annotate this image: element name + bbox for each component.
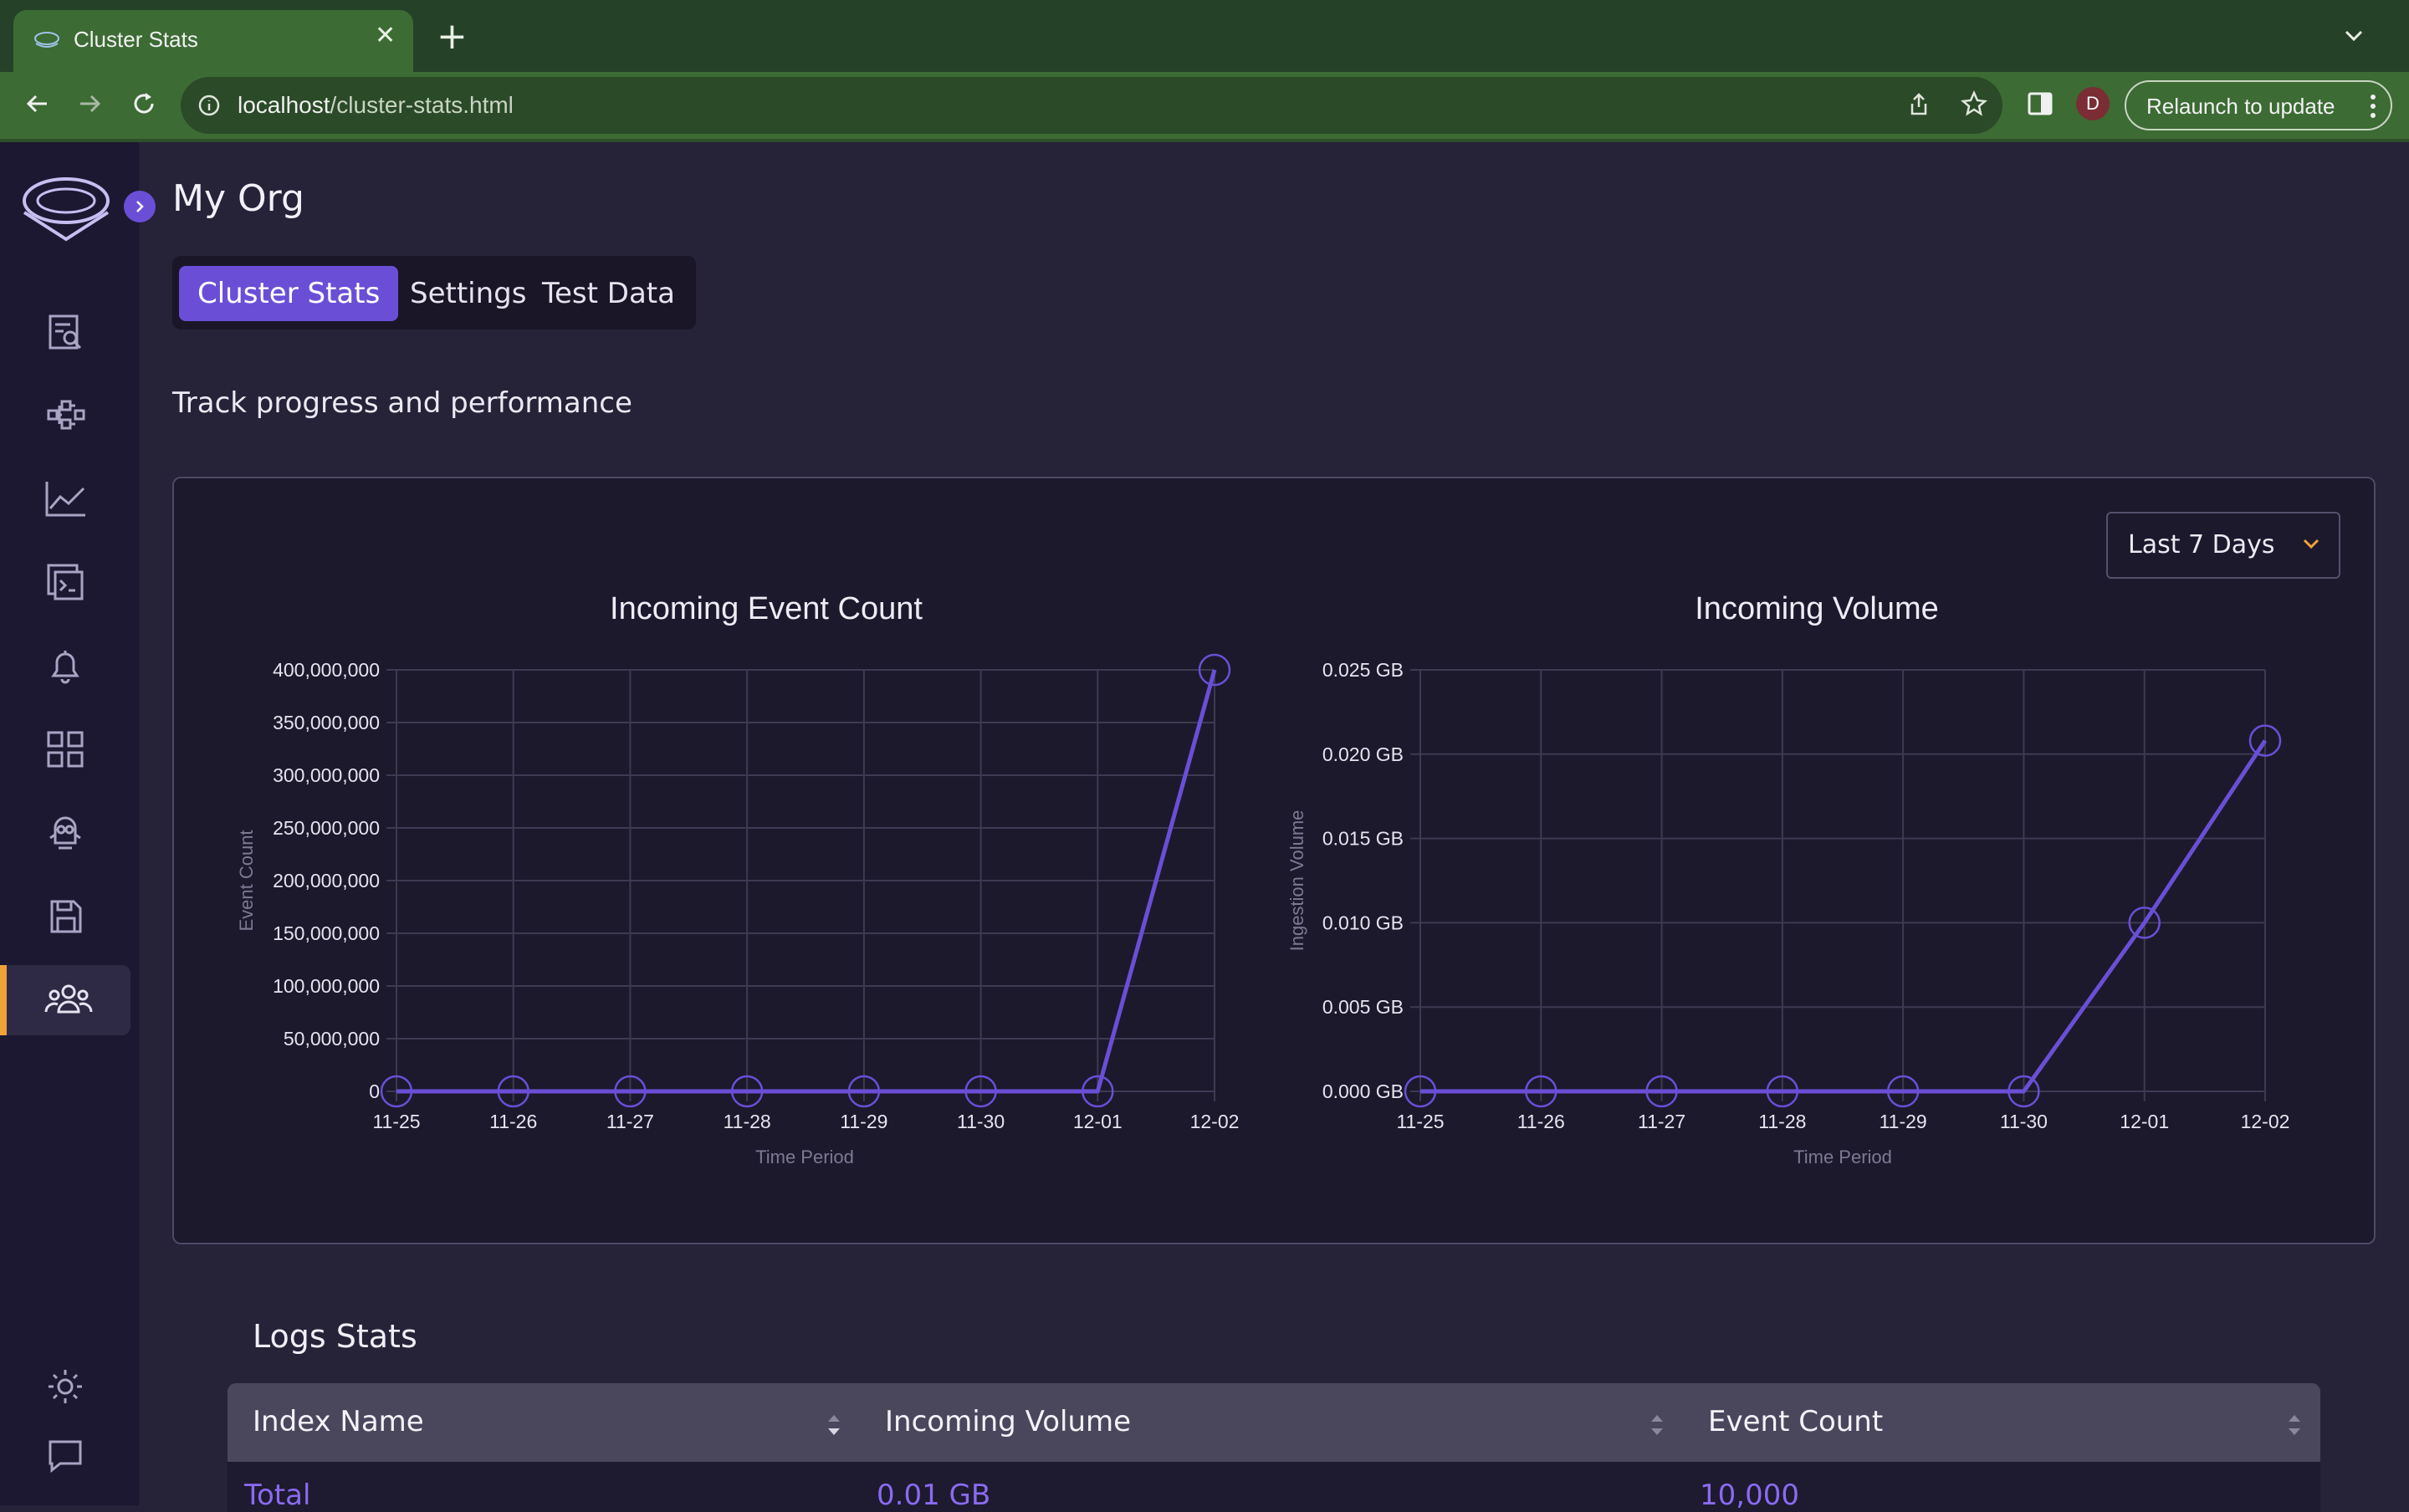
table-row[interactable]	[228, 1462, 2320, 1512]
y-tick-label: 0.005 GB	[1322, 996, 1404, 1018]
x-axis-label: Time Period	[1793, 1147, 1892, 1167]
y-tick-label: 300,000,000	[273, 764, 380, 786]
x-tick-label: 12-01	[1073, 1111, 1123, 1132]
sort-event-count-icon[interactable]	[2285, 1412, 2304, 1438]
x-tick-label: 11-27	[606, 1111, 654, 1132]
x-tick-label: 12-01	[2120, 1111, 2169, 1132]
x-tick-label: 11-26	[489, 1111, 537, 1132]
cell-incoming-volume: 0.01 GB	[877, 1479, 991, 1512]
charts-canvas: Incoming Event Count 0 50,000,000 100,000,0…	[236, 591, 2290, 1167]
column-header-event-count[interactable]: Event Count	[1708, 1405, 1883, 1438]
y-tick-label: 400,000,000	[273, 659, 380, 681]
column-header-incoming-volume[interactable]: Incoming Volume	[885, 1405, 1131, 1438]
y-axis-label: Ingestion Volume	[1286, 810, 1307, 952]
x-tick-label: 11-30	[957, 1111, 1005, 1132]
y-tick-label: 0.000 GB	[1322, 1080, 1404, 1102]
y-tick-label: 350,000,000	[273, 712, 380, 733]
cell-event-count: 10,000	[1700, 1479, 1799, 1512]
x-tick-label: 12-02	[1190, 1111, 1240, 1132]
x-tick-label: 11-28	[1758, 1111, 1806, 1132]
x-tick-label: 11-29	[1880, 1111, 1927, 1132]
cell-index-name: Total	[244, 1479, 311, 1512]
column-header-index-name[interactable]: Index Name	[253, 1405, 424, 1438]
sort-index-name-icon[interactable]	[825, 1412, 843, 1438]
x-tick-label: 11-26	[1517, 1111, 1565, 1132]
y-tick-label: 150,000,000	[273, 922, 380, 944]
y-tick-label: 100,000,000	[273, 975, 380, 997]
logs-stats-title: Logs Stats	[253, 1318, 417, 1355]
y-axis-label: Event Count	[236, 830, 257, 931]
y-tick-label: 0.010 GB	[1322, 912, 1404, 933]
x-tick-label: 11-29	[840, 1111, 887, 1132]
y-tick-label: 0.025 GB	[1322, 659, 1404, 681]
sort-incoming-volume-icon[interactable]	[1648, 1412, 1666, 1438]
y-tick-label: 0	[369, 1080, 380, 1102]
x-tick-label: 12-02	[2241, 1111, 2290, 1132]
x-tick-label: 11-30	[2000, 1111, 2048, 1132]
y-tick-label: 0.015 GB	[1322, 828, 1404, 850]
y-tick-label: 50,000,000	[284, 1028, 380, 1050]
x-tick-label: 11-27	[1638, 1111, 1685, 1132]
y-tick-label: 200,000,000	[273, 870, 380, 891]
x-tick-label: 11-25	[1396, 1111, 1444, 1132]
y-tick-label: 0.020 GB	[1322, 743, 1404, 765]
chart-title: Incoming Event Count	[610, 591, 923, 626]
logs-table-header	[228, 1383, 2320, 1462]
series-line	[1420, 739, 2268, 1094]
x-axis-label: Time Period	[755, 1147, 854, 1167]
y-tick-label: 250,000,000	[273, 817, 380, 839]
x-tick-label: 11-28	[724, 1111, 771, 1132]
x-tick-label: 11-25	[372, 1111, 420, 1132]
chart-title: Incoming Volume	[1695, 591, 1939, 626]
